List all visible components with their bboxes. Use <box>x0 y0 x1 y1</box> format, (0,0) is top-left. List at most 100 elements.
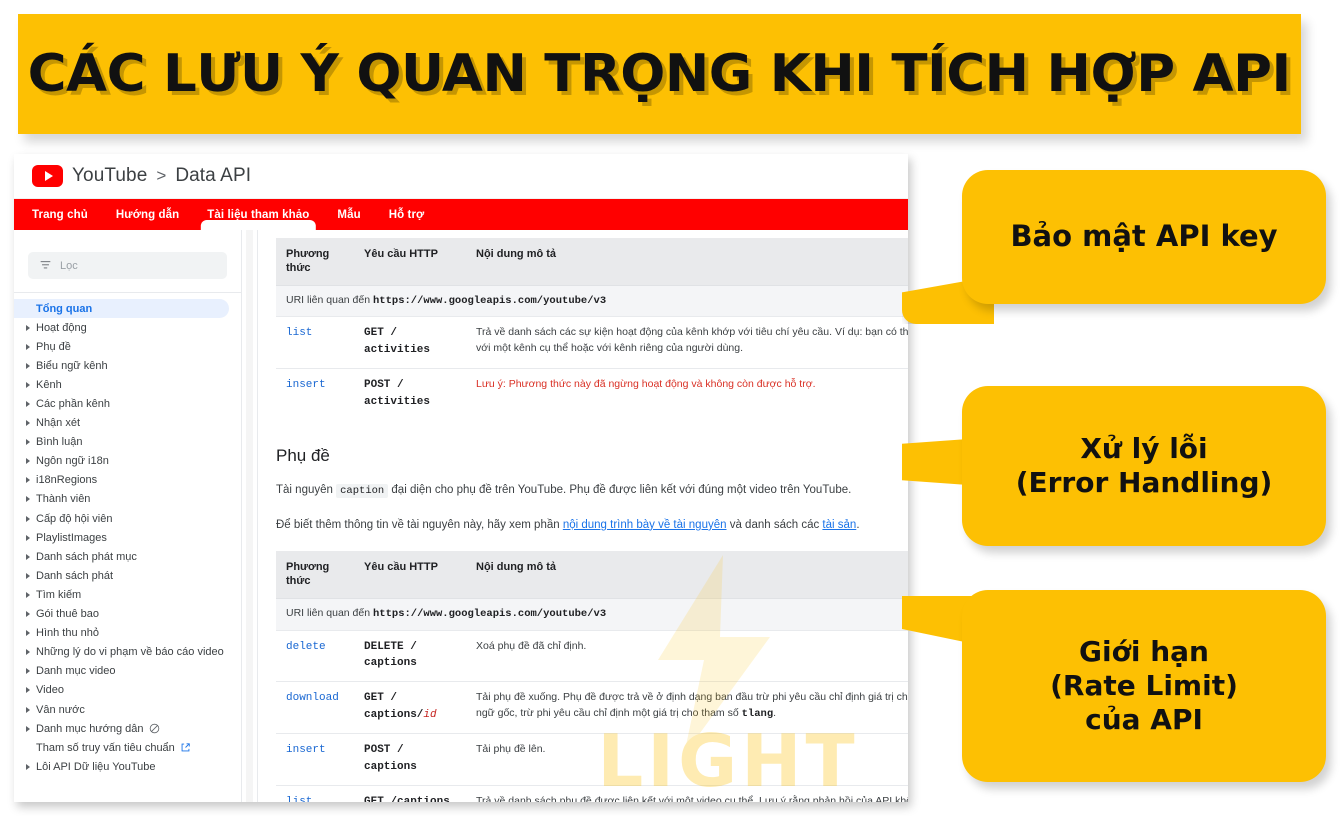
sidebar-item-danh-muc-huong-dan[interactable]: Danh mục hướng dẫn <box>14 719 241 738</box>
chevron-right-icon <box>26 477 36 484</box>
table-uri-row: URI liên quan đến https://www.googleapis… <box>276 598 908 630</box>
chevron-right-icon <box>26 401 36 408</box>
table-header-row: Phương thức Yêu cầu HTTP Nội dung mô tả <box>276 551 908 599</box>
sidebar-divider <box>14 292 241 293</box>
chevron-right-icon <box>26 534 36 541</box>
chevron-right-icon <box>26 649 36 656</box>
sidebar-item-label: Tổng quan <box>36 302 93 315</box>
filter-input[interactable]: Lọc <box>28 252 227 279</box>
uri-value: https://www.googleapis.com/youtube/v3 <box>372 295 607 308</box>
para1-text-b: đại diện cho phụ đề trên YouTube. Phụ đề… <box>388 484 852 497</box>
method-description: Trả về danh sách các sự kiện hoạt động c… <box>476 326 908 339</box>
sidebar-item-kenh[interactable]: Kênh <box>14 375 241 394</box>
sidebar-item-label: Video <box>36 684 64 697</box>
external-link-icon <box>180 742 191 753</box>
sidebar-item-goi-thue-bao[interactable]: Gói thuê bao <box>14 605 241 624</box>
sidebar-item-van-nuoc[interactable]: Vân nước <box>14 700 241 719</box>
sidebar-item-video[interactable]: Video <box>14 681 241 700</box>
chevron-right-icon <box>26 611 36 618</box>
captions-paragraph-2: Để biết thêm thông tin về tài nguyên này… <box>276 517 908 534</box>
sidebar-item-label: Danh mục video <box>36 665 116 678</box>
sidebar-item-danh-sach-phat-muc[interactable]: Danh sách phát mục <box>14 547 241 566</box>
http-request-cont: captions/id <box>364 709 437 721</box>
sidebar-item-binh-luan[interactable]: Bình luận <box>14 433 241 452</box>
method-name[interactable]: insert <box>286 379 326 391</box>
sidebar-item-label: Thành viên <box>36 493 91 506</box>
sidebar-item-ngon-ngu-i18n[interactable]: Ngôn ngữ i18n <box>14 452 241 471</box>
section-heading-captions: Phụ đề <box>276 446 330 466</box>
sidebar-item-playlistimages[interactable]: PlaylistImages <box>14 528 241 547</box>
sidebar-item-tham-so-truy-van[interactable]: Tham số truy vấn tiêu chuẩn <box>14 738 241 757</box>
chevron-right-icon <box>26 572 36 579</box>
para1-text-a: Tài nguyên <box>276 484 337 497</box>
sidebar-item-label: Danh sách phát mục <box>36 550 137 563</box>
chevron-right-icon <box>26 725 36 732</box>
nav-item-support[interactable]: Hỗ trợ <box>389 209 425 221</box>
sidebar-item-ly-do-vi-pham[interactable]: Những lý do vi phạm về báo cáo video <box>14 643 241 662</box>
sidebar-item-label: Biểu ngữ kênh <box>36 359 108 372</box>
callout-error-handling: Xử lý lỗi (Error Handling) <box>962 386 1326 546</box>
chevron-right-icon <box>26 496 36 503</box>
sidebar-item-loi-api[interactable]: Lỗi API Dữ liệu YouTube <box>14 757 241 776</box>
captions-paragraph-1: Tài nguyên caption đại diện cho phụ đề t… <box>276 482 908 500</box>
sidebar-item-label: Kênh <box>36 378 62 391</box>
sidebar-item-hinh-thu-nho[interactable]: Hình thu nhỏ <box>14 624 241 643</box>
sidebar-scrollbar[interactable] <box>242 230 258 802</box>
sidebar-item-thanh-vien[interactable]: Thành viên <box>14 490 241 509</box>
sidebar-item-cap-do-hoi-vien[interactable]: Cấp độ hội viên <box>14 509 241 528</box>
breadcrumb-section[interactable]: Data API <box>175 165 251 187</box>
nav-item-home[interactable]: Trang chủ <box>32 209 88 221</box>
col-header-desc: Nội dung mô tả <box>466 238 908 286</box>
deprecation-warning: Lưu ý: Phương thức này đã ngừng hoạt độn… <box>476 378 816 391</box>
breadcrumb-separator: > <box>156 166 167 185</box>
sidebar-item-tim-kiem[interactable]: Tìm kiếm <box>14 585 241 604</box>
sidebar-item-nhan-xet[interactable]: Nhận xét <box>14 414 241 433</box>
sidebar: Lọc Tổng quan Hoạt động Phụ đề Biểu ngữ … <box>14 230 242 802</box>
method-name[interactable]: list <box>286 327 312 339</box>
method-name[interactable]: download <box>286 692 339 704</box>
chevron-right-icon <box>26 763 36 770</box>
method-description: Xoá phụ đề đã chỉ định. <box>476 639 587 652</box>
link-properties[interactable]: tài sản <box>822 519 856 531</box>
http-path-param: id <box>423 709 437 722</box>
link-resource-representation[interactable]: nội dung trình bày về tài nguyên <box>563 519 727 531</box>
chevron-right-icon <box>26 515 36 522</box>
table-uri-row: URI liên quan đến https://www.googleapis… <box>276 285 908 317</box>
sidebar-item-label: Ngôn ngữ i18n <box>36 455 109 468</box>
sidebar-item-bieu-ngu-kenh[interactable]: Biểu ngữ kênh <box>14 356 241 375</box>
docs-content: LIGHT Nhanh - Chuẩn - Đẹp Phương thức Yê… <box>258 230 908 802</box>
chevron-right-icon <box>26 362 36 369</box>
nav-item-reference[interactable]: Tài liệu tham khảo <box>207 209 309 221</box>
nav-item-guides[interactable]: Hướng dẫn <box>116 209 179 221</box>
sidebar-item-phu-de[interactable]: Phụ đề <box>14 337 241 356</box>
col-header-method: Phương thức <box>276 551 354 599</box>
method-name[interactable]: list <box>286 796 312 802</box>
table-row: list GET / activities Trả về danh sách cá… <box>276 316 908 369</box>
sidebar-item-danh-muc-video[interactable]: Danh mục video <box>14 662 241 681</box>
chevron-right-icon <box>26 439 36 446</box>
docs-nav-bar: Trang chủ Hướng dẫn Tài liệu tham khảo M… <box>14 199 908 230</box>
sidebar-item-hoat-dong[interactable]: Hoạt động <box>14 318 241 337</box>
sidebar-item-danh-sach-phat[interactable]: Danh sách phát <box>14 566 241 585</box>
method-name[interactable]: delete <box>286 641 326 653</box>
banner-header: CÁC LƯU Ý QUAN TRỌNG KHI TÍCH HỢP API <box>18 14 1301 134</box>
activities-methods-table: Phương thức Yêu cầu HTTP Nội dung mô tả … <box>276 238 908 421</box>
docs-header: YouTube > Data API <box>14 154 908 199</box>
col-header-desc: Nội dung mô tả <box>466 551 908 599</box>
method-description-cont: ngữ gốc, trừ phi yêu cầu chỉ định một gi… <box>476 706 742 719</box>
sidebar-item-label: i18nRegions <box>36 474 98 487</box>
sidebar-item-tong-quan[interactable]: Tổng quan <box>14 299 229 319</box>
youtube-play-icon <box>32 165 63 187</box>
method-name[interactable]: insert <box>286 744 326 756</box>
sidebar-item-label: Nhận xét <box>36 417 81 430</box>
sidebar-item-label: Hoạt động <box>36 321 87 334</box>
para2-text-c: . <box>856 518 860 531</box>
breadcrumb-product[interactable]: YouTube <box>72 165 147 187</box>
page-title: CÁC LƯU Ý QUAN TRỌNG KHI TÍCH HỢP API <box>27 44 1292 104</box>
sidebar-item-label: Lỗi API Dữ liệu YouTube <box>36 760 156 773</box>
sidebar-item-label: Danh mục hướng dẫn <box>36 722 144 735</box>
nav-item-samples[interactable]: Mẫu <box>337 209 360 221</box>
chevron-right-icon <box>26 591 36 598</box>
sidebar-item-cac-phan-kenh[interactable]: Các phần kênh <box>14 394 241 413</box>
sidebar-item-i18nregions[interactable]: i18nRegions <box>14 471 241 490</box>
